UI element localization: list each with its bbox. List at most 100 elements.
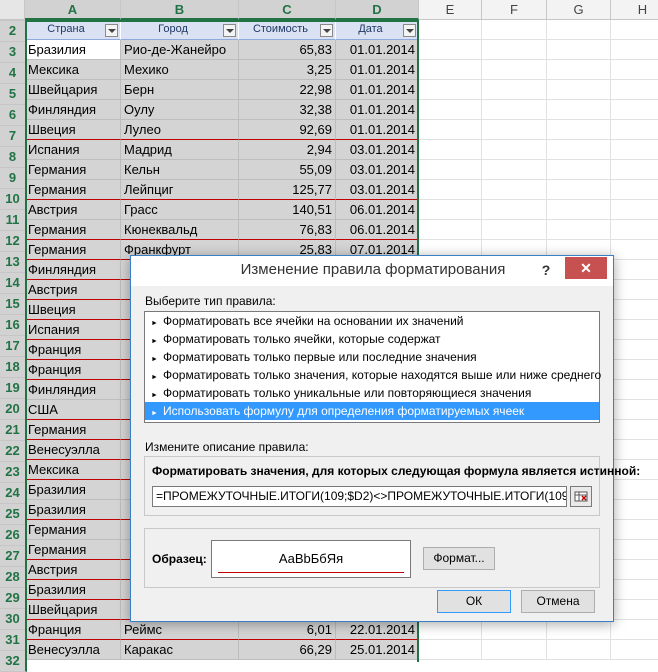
empty-cell[interactable] xyxy=(419,100,482,120)
empty-cell[interactable] xyxy=(482,220,547,240)
column-header-a[interactable]: A xyxy=(25,0,121,20)
empty-cell[interactable] xyxy=(419,20,482,40)
empty-cell[interactable] xyxy=(547,620,611,640)
empty-cell[interactable] xyxy=(482,160,547,180)
rule-type-item[interactable]: ► Использовать формулу для определения фо… xyxy=(145,402,599,420)
empty-cell[interactable] xyxy=(482,40,547,60)
row-header-23[interactable]: 23 xyxy=(0,462,27,483)
empty-cell[interactable] xyxy=(611,620,658,640)
row-header-13[interactable]: 13 xyxy=(0,252,27,273)
empty-cell[interactable] xyxy=(482,80,547,100)
empty-cell[interactable] xyxy=(611,280,658,300)
empty-cell[interactable] xyxy=(419,80,482,100)
row-header-11[interactable]: 11 xyxy=(0,210,27,231)
empty-cell[interactable] xyxy=(482,640,547,660)
empty-cell[interactable] xyxy=(419,160,482,180)
empty-cell[interactable] xyxy=(419,40,482,60)
row-header-8[interactable]: 8 xyxy=(0,147,27,168)
empty-cell[interactable] xyxy=(611,500,658,520)
row-header-16[interactable]: 16 xyxy=(0,315,27,336)
empty-cell[interactable] xyxy=(611,120,658,140)
select-all-corner[interactable] xyxy=(0,0,25,20)
empty-cell[interactable] xyxy=(547,80,611,100)
empty-cell[interactable] xyxy=(482,60,547,80)
row-header-31[interactable]: 31 xyxy=(0,630,27,651)
empty-cell[interactable] xyxy=(611,180,658,200)
close-button[interactable]: ✕ xyxy=(565,257,607,279)
rule-type-item[interactable]: ► Форматировать только уникальные или пов… xyxy=(145,384,599,402)
row-header-25[interactable]: 25 xyxy=(0,504,27,525)
empty-cell[interactable] xyxy=(547,20,611,40)
range-select-button[interactable] xyxy=(570,486,592,507)
empty-cell[interactable] xyxy=(611,100,658,120)
empty-cell[interactable] xyxy=(611,20,658,40)
empty-cell[interactable] xyxy=(611,300,658,320)
empty-cell[interactable] xyxy=(547,220,611,240)
formula-input[interactable]: =ПРОМЕЖУТОЧНЫЕ.ИТОГИ(109;$D2)<>ПРОМЕЖУТО… xyxy=(152,486,567,507)
row-header-21[interactable]: 21 xyxy=(0,420,27,441)
row-header-12[interactable]: 12 xyxy=(0,231,27,252)
empty-cell[interactable] xyxy=(419,200,482,220)
empty-cell[interactable] xyxy=(547,640,611,660)
ok-button[interactable]: ОК xyxy=(437,590,511,613)
row-header-6[interactable]: 6 xyxy=(0,105,27,126)
empty-cell[interactable] xyxy=(611,540,658,560)
column-header-b[interactable]: B xyxy=(121,0,239,20)
row-header-9[interactable]: 9 xyxy=(0,168,27,189)
empty-cell[interactable] xyxy=(419,120,482,140)
empty-cell[interactable] xyxy=(611,380,658,400)
empty-cell[interactable] xyxy=(611,360,658,380)
empty-cell[interactable] xyxy=(611,600,658,620)
empty-cell[interactable] xyxy=(482,140,547,160)
row-header-5[interactable]: 5 xyxy=(0,84,27,105)
row-header-28[interactable]: 28 xyxy=(0,567,27,588)
empty-cell[interactable] xyxy=(611,400,658,420)
row-header-4[interactable]: 4 xyxy=(0,63,27,84)
help-button[interactable]: ? xyxy=(535,259,557,281)
empty-cell[interactable] xyxy=(611,240,658,260)
empty-cell[interactable] xyxy=(419,220,482,240)
row-header-17[interactable]: 17 xyxy=(0,336,27,357)
rule-type-item[interactable]: ► Форматировать только первые или последн… xyxy=(145,348,599,366)
empty-cell[interactable] xyxy=(611,140,658,160)
row-header-22[interactable]: 22 xyxy=(0,441,27,462)
empty-cell[interactable] xyxy=(611,160,658,180)
row-header-15[interactable]: 15 xyxy=(0,294,27,315)
column-header-h[interactable]: H xyxy=(611,0,658,20)
row-header-7[interactable]: 7 xyxy=(0,126,27,147)
row-header-24[interactable]: 24 xyxy=(0,483,27,504)
row-header-29[interactable]: 29 xyxy=(0,588,27,609)
empty-cell[interactable] xyxy=(611,480,658,500)
empty-cell[interactable] xyxy=(547,140,611,160)
empty-cell[interactable] xyxy=(482,120,547,140)
empty-cell[interactable] xyxy=(611,60,658,80)
row-header-10[interactable]: 10 xyxy=(0,189,27,210)
row-header-27[interactable]: 27 xyxy=(0,546,27,567)
empty-cell[interactable] xyxy=(547,180,611,200)
empty-cell[interactable] xyxy=(419,60,482,80)
row-header-26[interactable]: 26 xyxy=(0,525,27,546)
row-header-30[interactable]: 30 xyxy=(0,609,27,630)
empty-cell[interactable] xyxy=(547,200,611,220)
rule-type-list[interactable]: ► Форматировать все ячейки на основании и… xyxy=(144,311,601,423)
empty-cell[interactable] xyxy=(419,640,482,660)
empty-cell[interactable] xyxy=(611,340,658,360)
empty-cell[interactable] xyxy=(482,20,547,40)
empty-cell[interactable] xyxy=(482,180,547,200)
row-header-18[interactable]: 18 xyxy=(0,357,27,378)
row-header-2[interactable]: 2 xyxy=(0,21,27,42)
empty-cell[interactable] xyxy=(547,100,611,120)
column-header-g[interactable]: G xyxy=(547,0,611,20)
row-header-20[interactable]: 20 xyxy=(0,399,27,420)
empty-cell[interactable] xyxy=(547,120,611,140)
empty-cell[interactable] xyxy=(611,520,658,540)
empty-cell[interactable] xyxy=(419,140,482,160)
empty-cell[interactable] xyxy=(419,180,482,200)
rule-type-item[interactable]: ► Форматировать все ячейки на основании и… xyxy=(145,312,599,330)
empty-cell[interactable] xyxy=(419,620,482,640)
empty-cell[interactable] xyxy=(547,160,611,180)
empty-cell[interactable] xyxy=(611,200,658,220)
empty-cell[interactable] xyxy=(611,220,658,240)
cancel-button[interactable]: Отмена xyxy=(521,590,595,613)
column-header-d[interactable]: D xyxy=(336,0,419,20)
